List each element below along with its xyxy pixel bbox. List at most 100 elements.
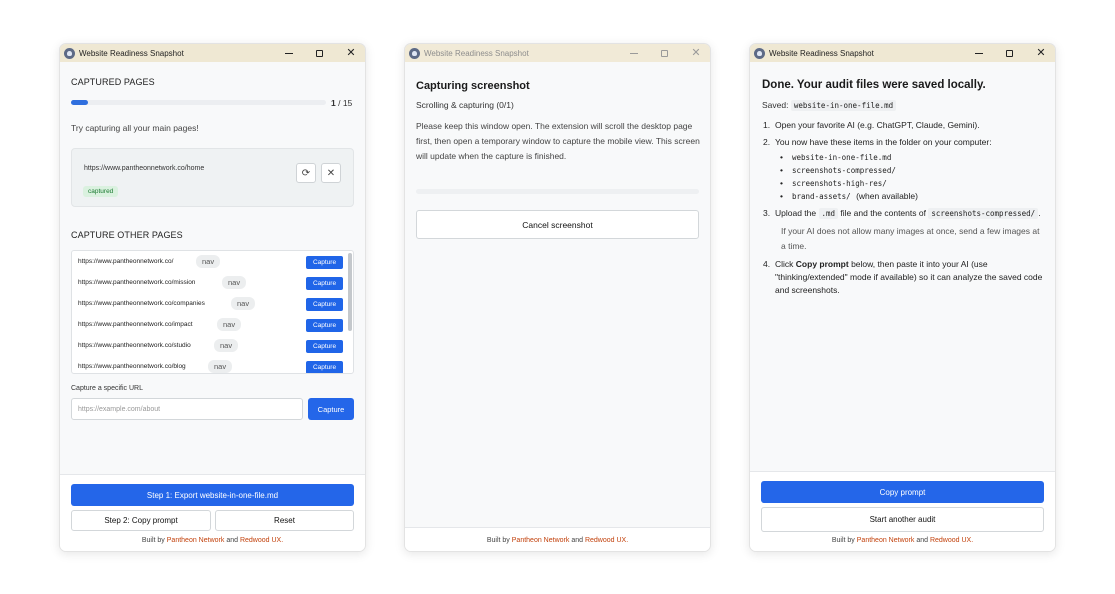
remove-button[interactable]: ✕: [321, 163, 341, 183]
hint-text: Try capturing all your main pages!: [71, 123, 199, 133]
maximize-button[interactable]: [652, 44, 676, 62]
list-item: https://www.pantheonnetwork.co/mission n…: [72, 273, 345, 294]
minimize-button[interactable]: [967, 44, 991, 62]
start-another-audit-button[interactable]: Start another audit: [761, 507, 1044, 532]
list-scrollbar[interactable]: [348, 253, 352, 331]
captured-pages-heading: CAPTURED PAGES: [71, 77, 155, 87]
step-3-note: If your AI does not allow many images at…: [781, 226, 1040, 251]
specific-url-label: Capture a specific URL: [71, 385, 143, 392]
window-done: Website Readiness Snapshot ✕ Done. Your …: [749, 43, 1056, 552]
step-4: 4. Click Copy prompt below, then paste i…: [763, 258, 1045, 297]
close-button[interactable]: ✕: [1029, 44, 1053, 62]
item-name: brand-assets/: [792, 192, 851, 201]
step-number: 4.: [763, 259, 771, 269]
item-name: website-in-one-file.md: [792, 153, 892, 162]
copy-prompt-button[interactable]: Copy prompt: [761, 481, 1044, 503]
main-content: CAPTURED PAGES 1 / 15 Try capturing all …: [60, 62, 365, 551]
page-list[interactable]: https://www.pantheonnetwork.co/ nav Capt…: [71, 250, 354, 374]
step-number: 2.: [763, 137, 771, 147]
capture-button[interactable]: Capture: [306, 361, 343, 373]
saved-line: Saved: website-in-one-file.md: [762, 100, 897, 111]
minimize-icon: [630, 52, 638, 54]
main-content: Done. Your audit files were saved locall…: [750, 62, 1055, 551]
close-button[interactable]: ✕: [339, 44, 363, 62]
list-item: https://www.pantheonnetwork.co/impact na…: [72, 315, 345, 336]
specific-url-input[interactable]: https://example.com/about: [71, 398, 303, 420]
capture-button[interactable]: Capture: [306, 319, 343, 332]
captured-badge: captured: [83, 186, 119, 197]
step-number: 1.: [763, 120, 771, 130]
progress-fill: [71, 100, 88, 105]
list-item: https://www.pantheonnetwork.co/blog nav …: [72, 357, 345, 373]
list-item: screenshots-compressed/: [780, 164, 1045, 177]
minimize-icon: [285, 52, 293, 54]
step-1: 1. Open your favorite AI (e.g. ChatGPT, …: [763, 119, 1045, 132]
step-3-code-folder: screenshots-compressed/: [928, 208, 1039, 219]
redwood-link[interactable]: Redwood UX.: [240, 537, 283, 544]
capture-button[interactable]: Capture: [306, 277, 343, 290]
close-icon: ✕: [1036, 46, 1046, 59]
page-url: https://www.pantheonnetwork.co/impact: [78, 321, 193, 328]
list-item: brand-assets/ (when available): [780, 190, 1045, 203]
minimize-button[interactable]: [622, 44, 646, 62]
list-item: https://www.pantheonnetwork.co/studio na…: [72, 336, 345, 357]
app-logo-icon: [64, 47, 75, 59]
built-by-and: and: [916, 537, 928, 544]
window-title: Website Readiness Snapshot: [424, 48, 529, 58]
list-item: https://www.pantheonnetwork.co/ nav Capt…: [72, 252, 345, 273]
close-icon: ✕: [346, 46, 356, 59]
footer-panel: Step 1: Export website-in-one-file.md St…: [60, 474, 365, 551]
app-logo-icon: [754, 47, 765, 59]
capturing-body: Please keep this window open. The extens…: [416, 121, 700, 161]
step-3-text-a: Upload the: [775, 208, 817, 218]
window-title: Website Readiness Snapshot: [769, 48, 874, 58]
copy-prompt-button[interactable]: Step 2: Copy prompt: [71, 510, 211, 531]
title-bar[interactable]: Website Readiness Snapshot ✕: [750, 44, 1055, 62]
refresh-button[interactable]: ⟳: [296, 163, 316, 183]
step-3: 3. Upload the .md file and the contents …: [763, 207, 1045, 254]
nav-tag: nav: [208, 360, 233, 373]
pantheon-link[interactable]: Pantheon Network: [512, 537, 570, 544]
nav-tag: nav: [196, 255, 221, 268]
built-by-prefix: Built by: [486, 537, 510, 544]
item-suffix: (when available): [856, 191, 918, 201]
main-content: Capturing screenshot Scrolling & capturi…: [405, 62, 710, 551]
footer-panel: Copy prompt Start another audit Built by…: [750, 471, 1055, 551]
progress-count: 1 / 15: [331, 98, 352, 108]
built-by-and: and: [226, 537, 238, 544]
page-url: https://www.pantheonnetwork.co/studio: [78, 342, 191, 349]
pantheon-link[interactable]: Pantheon Network: [167, 537, 225, 544]
step-1-text: Open your favorite AI (e.g. ChatGPT, Cla…: [775, 120, 980, 130]
captured-page-card: https://www.pantheonnetwork.co/home capt…: [71, 148, 354, 207]
close-button[interactable]: ✕: [684, 44, 708, 62]
minimize-icon: [975, 52, 983, 54]
maximize-icon: [660, 49, 668, 57]
capture-button[interactable]: Capture: [306, 298, 343, 311]
specific-capture-button[interactable]: Capture: [308, 398, 354, 420]
reset-button[interactable]: Reset: [215, 510, 354, 531]
cancel-screenshot-button[interactable]: Cancel screenshot: [416, 210, 699, 239]
progress-bar: [71, 100, 326, 105]
page-url: https://www.pantheonnetwork.co/blog: [78, 363, 186, 370]
saved-file: website-in-one-file.md: [790, 100, 897, 111]
maximize-button[interactable]: [307, 44, 331, 62]
step-3-text-c: .: [1038, 208, 1041, 218]
step-number: 3.: [763, 208, 771, 218]
built-by-text: Built by Pantheon Network and Redwood UX…: [405, 537, 710, 544]
export-button[interactable]: Step 1: Export website-in-one-file.md: [71, 484, 354, 506]
instructions-list: 1. Open your favorite AI (e.g. ChatGPT, …: [763, 119, 1045, 301]
title-bar[interactable]: Website Readiness Snapshot ✕: [60, 44, 365, 62]
redwood-link[interactable]: Redwood UX.: [585, 537, 628, 544]
maximize-button[interactable]: [997, 44, 1021, 62]
step-2-text: You now have these items in the folder o…: [775, 137, 992, 147]
pantheon-link[interactable]: Pantheon Network: [857, 537, 915, 544]
capture-button[interactable]: Capture: [306, 256, 343, 269]
title-bar[interactable]: Website Readiness Snapshot ✕: [405, 44, 710, 62]
capture-button[interactable]: Capture: [306, 340, 343, 353]
page-url: https://www.pantheonnetwork.co/: [78, 258, 174, 265]
nav-tag: nav: [222, 276, 247, 289]
minimize-button[interactable]: [277, 44, 301, 62]
saved-label: Saved:: [762, 100, 789, 110]
redwood-link[interactable]: Redwood UX.: [930, 537, 973, 544]
nav-tag: nav: [217, 318, 242, 331]
